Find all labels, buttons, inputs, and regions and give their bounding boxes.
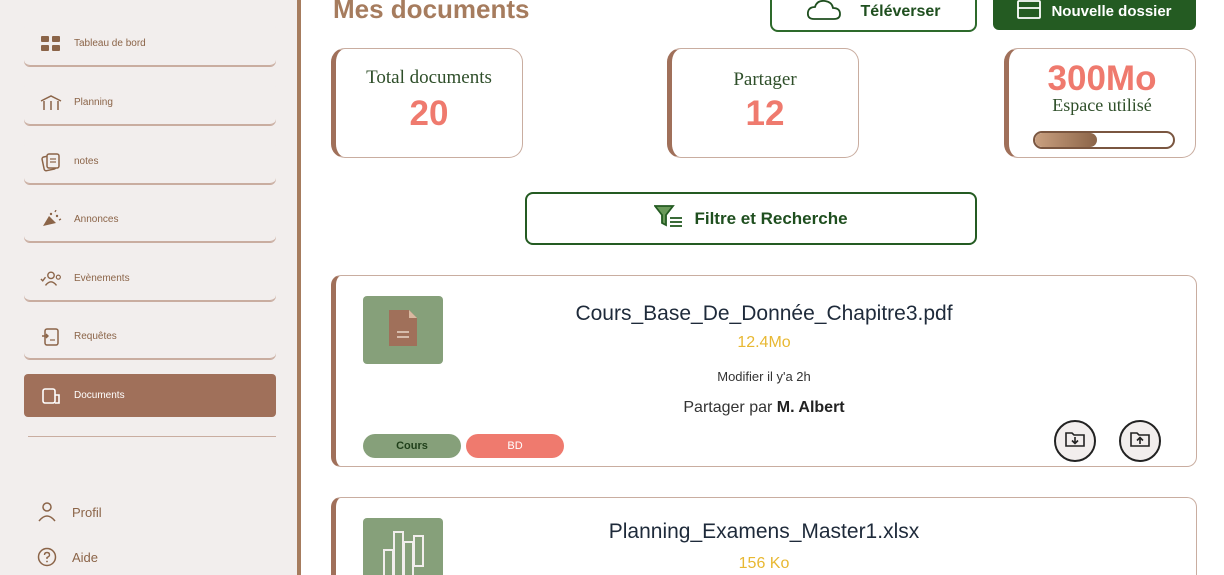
shared-card: Partager 12 [667, 48, 859, 158]
document-size: 12.4Mo [737, 334, 791, 351]
grid-icon [40, 33, 62, 55]
sidebar-item-label: Planning [74, 97, 113, 108]
storage-label: Espace utilisé [1052, 95, 1152, 115]
sidebar-item-profil[interactable]: Profil [36, 501, 102, 523]
filter-icon [653, 204, 684, 233]
document-icon [40, 385, 62, 407]
sidebar-item-documents[interactable]: Documents [24, 374, 276, 417]
notes-icon [40, 151, 62, 173]
download-button[interactable] [1054, 420, 1096, 462]
new-folder-label: Nouvelle dossier [1051, 2, 1172, 20]
document-card[interactable]: Cours_Base_De_Donnée_Chapitre3.pdf 12.4M… [331, 275, 1197, 467]
help-icon [36, 546, 58, 568]
folder-icon [1017, 0, 1042, 23]
people-icon [40, 268, 62, 290]
sidebar-item-aide[interactable]: Aide [36, 546, 98, 568]
user-icon [36, 501, 58, 523]
sidebar-item-label: Evènements [74, 273, 130, 284]
shared-label: Partager [733, 69, 797, 90]
sidebar-item-tableau-de-bord[interactable]: Tableau de bord [24, 22, 276, 66]
sidebar-item-label: Requêtes [74, 331, 117, 342]
sidebar-item-label: Profil [72, 504, 102, 520]
storage-value: 300Mo [1047, 59, 1157, 98]
tag-cours[interactable]: Cours [363, 434, 461, 458]
megaphone-icon [40, 209, 62, 231]
upload-button-label: Téléverser [860, 3, 941, 20]
document-shared-by: Partager par M. Albert [336, 399, 1192, 417]
sidebar-item-label: Tableau de bord [74, 38, 146, 49]
shared-value: 12 [745, 94, 785, 133]
sidebar-item-label: Annonces [74, 214, 119, 225]
sidebar: Tableau de bord Planning notes Annonces … [0, 0, 297, 575]
sidebar-item-notes[interactable]: notes [24, 140, 276, 184]
sidebar-item-label: Documents [74, 390, 125, 401]
sidebar-item-requetes[interactable]: Requêtes [24, 315, 276, 359]
upload-button[interactable]: Téléverser [770, 0, 977, 32]
upload-folder-icon [1130, 430, 1150, 453]
sidebar-item-label: Aide [72, 549, 99, 565]
document-size: 156 Ko [738, 555, 790, 572]
filter-search-button[interactable]: Filtre et Recherche [525, 192, 977, 245]
total-documents-value: 20 [409, 94, 449, 133]
sidebar-divider [28, 436, 276, 437]
storage-card: 300Mo Espace utilisé [1004, 48, 1196, 158]
sidebar-item-planning[interactable]: Planning [24, 81, 276, 125]
download-folder-icon [1065, 430, 1085, 453]
document-modified: Modifier il y'a 2h [717, 369, 811, 384]
new-folder-button[interactable]: Nouvelle dossier [993, 0, 1196, 30]
share-button[interactable] [1119, 420, 1161, 462]
tag-bd[interactable]: BD [466, 434, 564, 458]
sidebar-border [297, 0, 301, 575]
document-name[interactable]: Planning_Examens_Master1.xlsx [336, 520, 1192, 544]
document-name[interactable]: Cours_Base_De_Donnée_Chapitre3.pdf [336, 302, 1192, 326]
page-title: Mes documents [333, 0, 530, 24]
storage-progress-fill [1035, 133, 1098, 147]
shared-prefix: Partager par [683, 399, 773, 416]
total-documents-card: Total documents 20 [331, 48, 523, 158]
storage-progress-bar [1033, 131, 1175, 149]
sidebar-item-annonces[interactable]: Annonces [24, 198, 276, 242]
filter-search-label: Filtre et Recherche [694, 208, 848, 228]
total-documents-label: Total documents [366, 67, 492, 88]
planning-icon [40, 92, 62, 114]
sidebar-item-evenements[interactable]: Evènements [24, 257, 276, 301]
sidebar-item-label: notes [74, 156, 99, 167]
request-icon [40, 326, 62, 348]
shared-by-name: M. Albert [776, 399, 845, 416]
cloud-icon [806, 0, 842, 26]
document-card[interactable]: Planning_Examens_Master1.xlsx 156 Ko [331, 497, 1197, 575]
